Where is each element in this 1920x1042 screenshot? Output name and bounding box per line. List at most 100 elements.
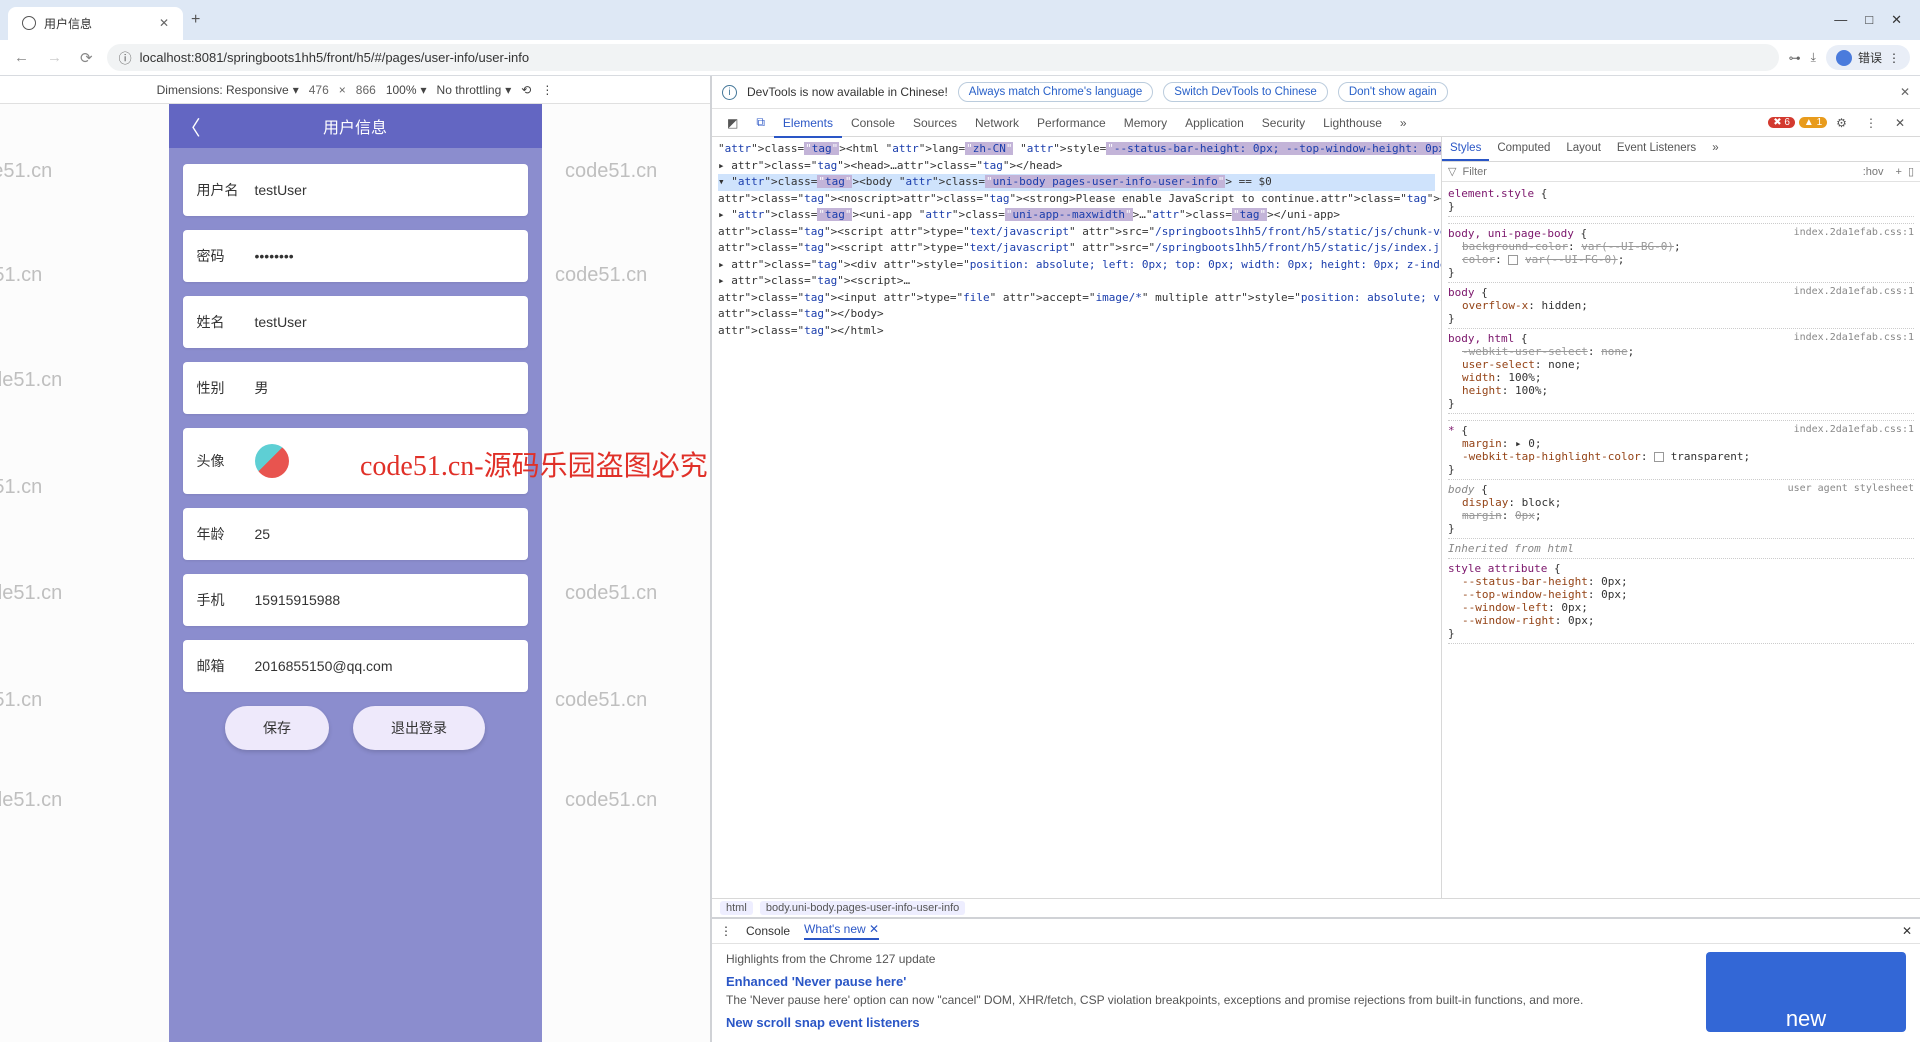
close-icon[interactable]: ✕ [1900,85,1910,99]
dom-line[interactable]: attr">class="tag"><script attr">type="te… [718,240,1435,257]
dom-line[interactable]: "attr">class="tag"><html "attr">lang="zh… [718,141,1435,158]
chip-switch-chinese[interactable]: Switch DevTools to Chinese [1163,82,1328,102]
error-count[interactable]: ✖ 6 [1768,117,1795,128]
chip-match-lang[interactable]: Always match Chrome's language [958,82,1154,102]
tab-application[interactable]: Application [1176,110,1253,136]
form-field-手机[interactable]: 手机15915915988 [183,574,528,626]
new-style-icon[interactable]: + [1896,166,1902,178]
tab-security[interactable]: Security [1253,110,1314,136]
drawer-menu-icon[interactable]: ⋮ [720,924,732,938]
dom-line[interactable]: ▸ attr">class="tag"><div attr">style="po… [718,257,1435,274]
css-rule[interactable]: style attribute {--status-bar-height: 0p… [1448,559,1914,644]
chip-dont-show[interactable]: Don't show again [1338,82,1448,102]
device-height[interactable]: 866 [356,83,376,97]
inspect-icon[interactable]: ◩ [718,110,747,136]
logout-button[interactable]: 退出登录 [353,706,485,750]
tab-memory[interactable]: Memory [1115,110,1176,136]
tab-network[interactable]: Network [966,110,1028,136]
css-rule[interactable]: </span><span class="sel-txt">body</span>… [1448,217,1914,224]
menu-icon[interactable]: ⋮ [1888,51,1900,65]
drawer-heading-1: Enhanced 'Never pause here' [726,974,1686,989]
tab-layout[interactable]: Layout [1558,137,1609,161]
tab-console[interactable]: Console [842,110,904,136]
tab-console[interactable]: Console [746,924,790,938]
css-rule[interactable]: Inherited from html [1448,539,1914,559]
form-field-密码[interactable]: 密码•••••••• [183,230,528,282]
css-rule[interactable]: user agent stylesheetbody {display: bloc… [1448,480,1914,539]
kebab-icon[interactable]: ⋮ [1856,110,1886,136]
warning-count[interactable]: ▲ 1 [1799,117,1827,128]
tab-event-listeners[interactable]: Event Listeners [1609,137,1704,161]
field-label: 性别 [197,378,255,398]
install-icon[interactable]: ⤓ [1811,50,1816,65]
save-button[interactable]: 保存 [225,706,329,750]
dom-line[interactable]: ▸ attr">class="tag"><head>…attr">class="… [718,158,1435,175]
rotate-icon[interactable]: ⟲ [521,83,531,97]
tab-lighthouse[interactable]: Lighthouse [1314,110,1391,136]
back-chevron-icon[interactable]: 〈 [181,112,201,141]
css-rule[interactable]: index.2da1efab.css:1* {margin: ▸ 0;-webk… [1448,421,1914,480]
throttling-dropdown[interactable]: No throttling ▾ [437,83,512,97]
field-value: 2016855150@qq.com [255,658,393,674]
settings-icon[interactable]: ⚙ [1827,110,1856,136]
browser-tab[interactable]: 用户信息 ✕ [8,7,183,40]
form-field-用户名[interactable]: 用户名testUser [183,164,528,216]
watermark: code51.cn [0,160,52,183]
reload-button[interactable]: ⟳ [76,49,97,67]
css-rule[interactable]: index.2da1efab.css:1body, uni-page-body … [1448,224,1914,283]
more-tabs-icon[interactable]: » [1391,110,1416,136]
dom-line[interactable]: ▸ "attr">class="tag"><uni-app "attr">cla… [718,207,1435,224]
zoom-dropdown[interactable]: 100% ▾ [386,83,427,97]
tab-whats-new[interactable]: What's new ✕ [804,922,879,940]
tab-computed[interactable]: Computed [1489,137,1558,161]
key-icon[interactable]: ⊶ [1789,51,1801,65]
watermark: code51.cn [565,789,657,812]
window-close-button[interactable]: ✕ [1891,12,1902,28]
css-rule[interactable]: index.2da1efab.css:1body, html {-webkit-… [1448,329,1914,414]
form-field-年龄[interactable]: 年龄25 [183,508,528,560]
avatar-image[interactable] [255,444,289,478]
form-field-邮箱[interactable]: 邮箱2016855150@qq.com [183,640,528,692]
css-rule[interactable]: element.style {} [1448,184,1914,217]
dom-line[interactable]: attr">class="tag"></html> [718,323,1435,340]
styles-filter-input[interactable] [1462,166,1856,178]
dom-line[interactable]: ▸ attr">class="tag"><script>… [718,273,1435,290]
close-icon[interactable]: ✕ [159,16,169,30]
profile-chip[interactable]: 错误 ⋮ [1826,45,1910,70]
tab-styles[interactable]: Styles [1442,137,1489,161]
form-field-姓名[interactable]: 姓名testUser [183,296,528,348]
device-width[interactable]: 476 [309,83,329,97]
new-tab-button[interactable]: + [191,11,200,29]
form-field-性别[interactable]: 性别男 [183,362,528,414]
form-field-头像[interactable]: 头像 [183,428,528,494]
dom-line[interactable]: attr">class="tag"><input attr">type="fil… [718,290,1435,307]
address-bar[interactable]: ⓘ localhost:8081/springboots1hh5/front/h… [107,44,1779,71]
styles-panel[interactable]: element.style {}</span><span class="sel-… [1442,182,1920,898]
dimensions-dropdown[interactable]: Dimensions: Responsive ▾ [157,83,299,97]
css-rule[interactable]: </span><span class="sel-txt">*</span> {<… [1448,414,1914,421]
close-icon[interactable]: ✕ [1902,924,1912,938]
more-icon[interactable]: ⋮ [541,83,553,97]
dom-line[interactable]: attr">class="tag"><script attr">type="te… [718,224,1435,241]
whats-new-banner: new [1706,952,1906,1032]
tab-performance[interactable]: Performance [1028,110,1115,136]
maximize-button[interactable]: □ [1865,12,1873,28]
dom-line[interactable]: attr">class="tag"><noscript>attr">class=… [718,191,1435,208]
dom-line[interactable]: attr">class="tag"></body> [718,306,1435,323]
tab-elements[interactable]: Elements [774,110,842,138]
more-icon[interactable]: » [1704,137,1726,161]
forward-button[interactable]: → [43,49,66,66]
device-toggle-icon[interactable]: ⧉ [747,109,774,136]
split-icon[interactable]: ▯ [1908,165,1914,178]
hov-toggle[interactable]: :hov [1863,166,1884,178]
close-icon[interactable]: ✕ [1886,110,1914,136]
back-button[interactable]: ← [10,49,33,66]
minimize-button[interactable]: — [1834,12,1847,28]
dom-tree[interactable]: "attr">class="tag"><html "attr">lang="zh… [712,137,1442,898]
dom-line[interactable]: ▾ "attr">class="tag"><body "attr">class=… [718,174,1435,191]
field-label: 密码 [197,246,255,266]
css-rule[interactable]: index.2da1efab.css:1body {overflow-x: hi… [1448,283,1914,329]
globe-icon [22,16,36,30]
tab-sources[interactable]: Sources [904,110,966,136]
breadcrumb[interactable]: html body.uni-body.pages-user-info-user-… [712,898,1920,917]
